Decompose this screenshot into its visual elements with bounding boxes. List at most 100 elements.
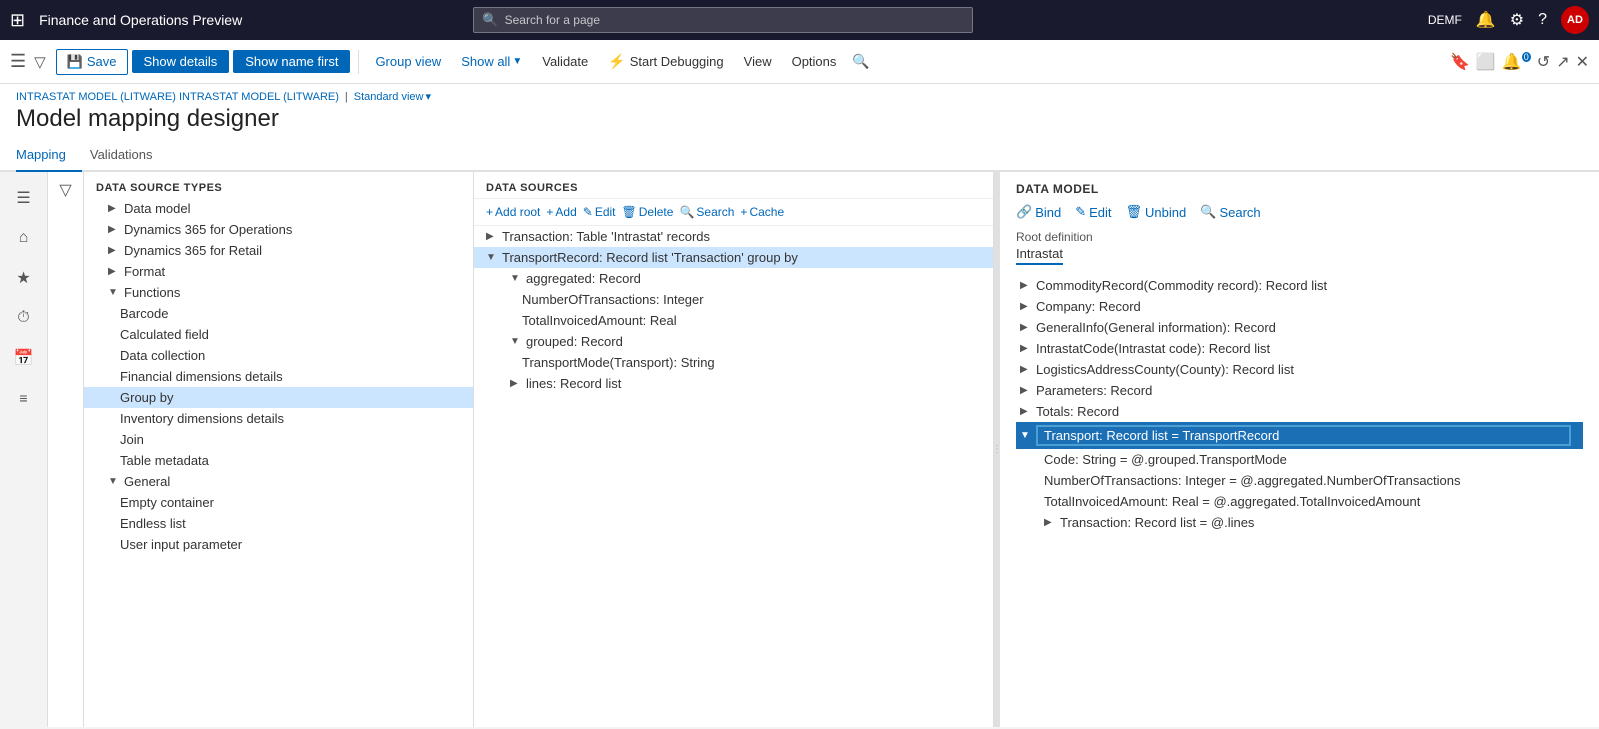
dst-group-by[interactable]: Group by bbox=[84, 387, 473, 408]
ds-transport-mode[interactable]: TransportMode(Transport): String bbox=[474, 352, 993, 373]
dst-table-metadata[interactable]: Table metadata bbox=[84, 450, 473, 471]
search-icon-middle: 🔍 bbox=[679, 205, 694, 219]
delete-button[interactable]: 🗑 Delete bbox=[622, 205, 674, 219]
dst-dynamics-retail[interactable]: ▶ Dynamics 365 for Retail bbox=[84, 240, 473, 261]
dm-total-invoiced[interactable]: TotalInvoicedAmount: Real = @.aggregated… bbox=[1016, 491, 1583, 512]
filter-icon[interactable]: ▽ bbox=[34, 53, 46, 71]
notification-badge-icon[interactable]: 🔔0 bbox=[1502, 52, 1531, 72]
unbind-button[interactable]: 🗑 Unbind bbox=[1126, 204, 1187, 220]
close-icon[interactable]: ✕ bbox=[1576, 52, 1589, 72]
dm-commodity-record[interactable]: ▶ CommodityRecord(Commodity record): Rec… bbox=[1016, 275, 1583, 296]
dst-endless-list[interactable]: Endless list bbox=[84, 513, 473, 534]
page-title: Model mapping designer bbox=[16, 105, 1583, 139]
ds-lines[interactable]: ▶ lines: Record list bbox=[474, 373, 993, 394]
dst-barcode[interactable]: Barcode bbox=[84, 303, 473, 324]
save-button[interactable]: 💾 Save bbox=[56, 49, 128, 75]
settings-icon[interactable]: ⚙ bbox=[1510, 10, 1524, 30]
ds-transport-record[interactable]: ▼ TransportRecord: Record list 'Transact… bbox=[474, 247, 993, 268]
tab-validations[interactable]: Validations bbox=[82, 139, 169, 172]
ds-grouped[interactable]: ▼ grouped: Record bbox=[474, 331, 993, 352]
dst-data-collection[interactable]: Data collection bbox=[84, 345, 473, 366]
search-icon: 🔍 bbox=[482, 12, 498, 28]
edit-model-icon: ✎ bbox=[1075, 204, 1086, 220]
open-icon[interactable]: ↗ bbox=[1556, 52, 1569, 72]
ds-number-of-transactions[interactable]: NumberOfTransactions: Integer bbox=[474, 289, 993, 310]
sidebar-icon-home[interactable]: ⌂ bbox=[6, 220, 42, 256]
ds-total-invoiced[interactable]: TotalInvoicedAmount: Real bbox=[474, 310, 993, 331]
app-grid-icon[interactable]: ⊞ bbox=[10, 10, 25, 31]
expand-icon: ▼ bbox=[108, 476, 120, 487]
root-definition-label: Root definition bbox=[1016, 230, 1583, 244]
expand-icon: ▶ bbox=[1020, 406, 1032, 417]
tab-mapping[interactable]: Mapping bbox=[16, 139, 82, 172]
dst-data-model[interactable]: ▶ Data model bbox=[84, 198, 473, 219]
dm-parameters[interactable]: ▶ Parameters: Record bbox=[1016, 380, 1583, 401]
sidebar-toggle-icon[interactable]: ☰ bbox=[10, 51, 26, 72]
expand-icon: ▶ bbox=[1044, 517, 1056, 528]
ds-aggregated[interactable]: ▼ aggregated: Record bbox=[474, 268, 993, 289]
dm-intrastat-code[interactable]: ▶ IntrastatCode(Intrastat code): Record … bbox=[1016, 338, 1583, 359]
dm-code[interactable]: Code: String = @.grouped.TransportMode bbox=[1016, 449, 1583, 470]
help-icon[interactable]: ? bbox=[1538, 11, 1547, 29]
global-search-bar[interactable]: 🔍 Search for a page bbox=[473, 7, 973, 33]
dst-financial-dimensions[interactable]: Financial dimensions details bbox=[84, 366, 473, 387]
panel-icon[interactable]: ⬜ bbox=[1476, 52, 1496, 72]
filter-funnel-icon[interactable]: ▽ bbox=[59, 180, 71, 200]
sidebar-icon-modules[interactable]: ≡ bbox=[6, 380, 42, 416]
left-sidebar: ☰ ⌂ ★ ⏱ 📅 ≡ bbox=[0, 172, 48, 727]
dst-empty-container[interactable]: Empty container bbox=[84, 492, 473, 513]
sidebar-icon-favorites[interactable]: ★ bbox=[6, 260, 42, 296]
sidebar-icon-menu[interactable]: ☰ bbox=[6, 180, 42, 216]
dst-calculated-field[interactable]: Calculated field bbox=[84, 324, 473, 345]
options-button[interactable]: Options bbox=[784, 50, 845, 73]
dst-general[interactable]: ▼ General bbox=[84, 471, 473, 492]
edit-model-button[interactable]: ✎ Edit bbox=[1075, 204, 1111, 220]
expand-icon: ▶ bbox=[1020, 322, 1032, 333]
expand-icon: ▶ bbox=[108, 224, 120, 235]
group-view-button[interactable]: Group view bbox=[367, 50, 449, 73]
add-root-button[interactable]: + Add root bbox=[486, 205, 540, 219]
page-header: INTRASTAT MODEL (LITWARE) INTRASTAT MODE… bbox=[0, 84, 1599, 139]
dm-num-transactions[interactable]: NumberOfTransactions: Integer = @.aggreg… bbox=[1016, 470, 1583, 491]
dm-logistics[interactable]: ▶ LogisticsAddressCounty(County): Record… bbox=[1016, 359, 1583, 380]
dst-dynamics-operations[interactable]: ▶ Dynamics 365 for Operations bbox=[84, 219, 473, 240]
cache-button[interactable]: + Cache bbox=[740, 205, 784, 219]
dst-inventory-dimensions[interactable]: Inventory dimensions details bbox=[84, 408, 473, 429]
dm-transaction-lines[interactable]: ▶ Transaction: Record list = @.lines bbox=[1016, 512, 1583, 533]
chevron-down-icon: ▼ bbox=[512, 56, 522, 67]
dm-general-info[interactable]: ▶ GeneralInfo(General information): Reco… bbox=[1016, 317, 1583, 338]
dm-totals[interactable]: ▶ Totals: Record bbox=[1016, 401, 1583, 422]
expand-icon: ▶ bbox=[108, 266, 120, 277]
sidebar-icon-calendar[interactable]: 📅 bbox=[6, 340, 42, 376]
show-all-button[interactable]: Show all ▼ bbox=[453, 50, 530, 73]
dst-functions[interactable]: ▼ Functions bbox=[84, 282, 473, 303]
dm-transport[interactable]: ▼ Transport: Record list = TransportReco… bbox=[1016, 422, 1583, 449]
add-button[interactable]: + Add bbox=[546, 205, 576, 219]
search-model-button[interactable]: 🔍 Search bbox=[1200, 204, 1260, 220]
sidebar-icon-recent[interactable]: ⏱ bbox=[6, 300, 42, 336]
expand-icon: ▶ bbox=[486, 231, 498, 242]
expand-icon: ▶ bbox=[1020, 364, 1032, 375]
notification-icon[interactable]: 🔔 bbox=[1476, 10, 1496, 30]
dst-user-input[interactable]: User input parameter bbox=[84, 534, 473, 555]
view-dropdown[interactable]: Standard view ▾ bbox=[354, 90, 431, 103]
search-button-middle[interactable]: 🔍 Search bbox=[679, 205, 734, 219]
view-button[interactable]: View bbox=[736, 50, 780, 73]
expand-icon: ▶ bbox=[510, 378, 522, 389]
start-debugging-button[interactable]: ⚡ Start Debugging bbox=[600, 49, 731, 74]
user-avatar[interactable]: AD bbox=[1561, 6, 1589, 34]
ds-transaction[interactable]: ▶ Transaction: Table 'Intrastat' records bbox=[474, 226, 993, 247]
edit-button[interactable]: ✎ Edit bbox=[583, 205, 616, 219]
refresh-icon[interactable]: ↺ bbox=[1537, 52, 1550, 72]
expand-icon: ▶ bbox=[108, 245, 120, 256]
bind-button[interactable]: 🔗 Bind bbox=[1016, 204, 1061, 220]
dm-company[interactable]: ▶ Company: Record bbox=[1016, 296, 1583, 317]
validate-button[interactable]: Validate bbox=[534, 50, 596, 73]
show-details-button[interactable]: Show details bbox=[132, 50, 230, 73]
dst-format[interactable]: ▶ Format bbox=[84, 261, 473, 282]
dst-join[interactable]: Join bbox=[84, 429, 473, 450]
search-toolbar-icon[interactable]: 🔍 bbox=[848, 49, 873, 74]
bookmark-icon[interactable]: 🔖 bbox=[1450, 52, 1470, 72]
show-name-first-button[interactable]: Show name first bbox=[233, 50, 350, 73]
search-model-icon: 🔍 bbox=[1200, 204, 1216, 220]
